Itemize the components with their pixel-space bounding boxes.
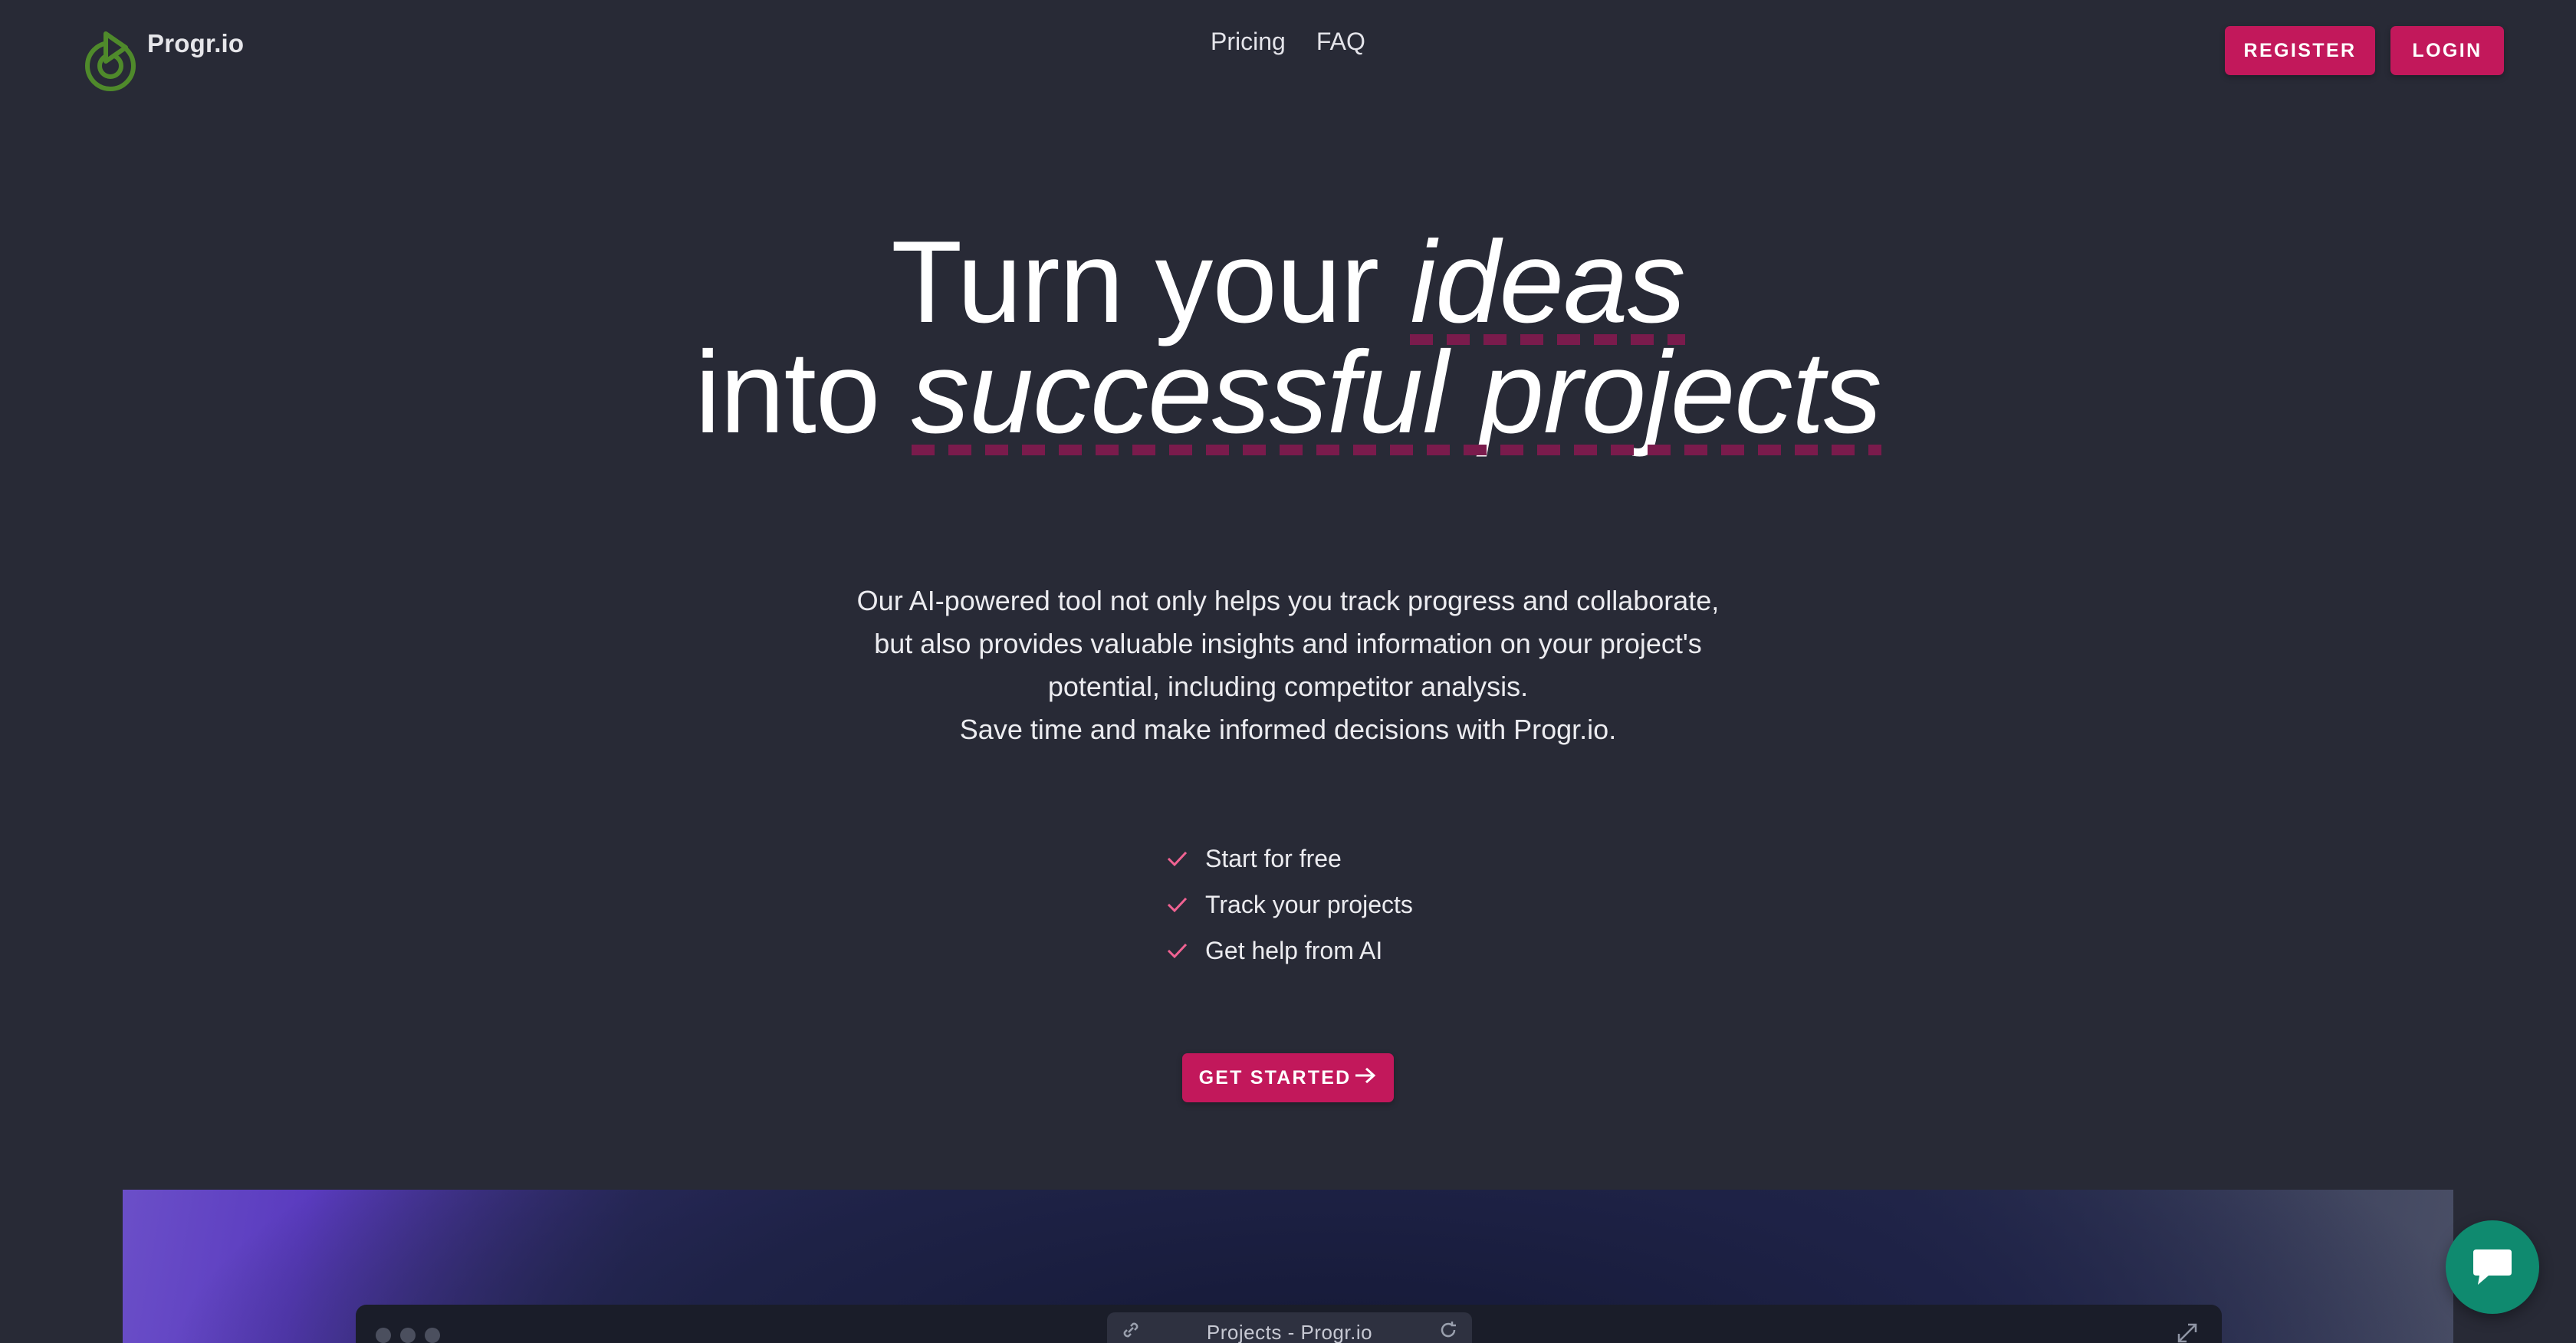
browser-url-bar: Projects - Progr.io bbox=[1107, 1312, 1472, 1343]
feature-item: Track your projects bbox=[1165, 882, 1413, 928]
feature-label: Get help from AI bbox=[1205, 936, 1383, 964]
feature-label: Track your projects bbox=[1205, 890, 1413, 918]
browser-tab-title: Projects - Progr.io bbox=[1206, 1320, 1373, 1343]
hero-highlight-projects: successful projects bbox=[911, 327, 1882, 458]
logo-link[interactable]: Progr.io bbox=[83, 29, 245, 94]
feature-item: Get help from AI bbox=[1165, 928, 1413, 974]
check-icon bbox=[1165, 939, 1188, 962]
arrow-right-icon bbox=[1354, 1065, 1377, 1091]
expand-icon bbox=[2176, 1322, 2199, 1343]
brand-name: Progr.io bbox=[147, 29, 245, 57]
feature-label: Start for free bbox=[1205, 844, 1342, 872]
main-nav: Pricing FAQ bbox=[1211, 28, 1365, 56]
chat-bubble-icon bbox=[2473, 1249, 2512, 1285]
window-controls bbox=[376, 1328, 440, 1343]
hero-highlight-ideas: ideas bbox=[1410, 217, 1686, 347]
feature-list: Start for free Track your projects Get h… bbox=[1165, 836, 1413, 974]
check-icon bbox=[1165, 847, 1188, 870]
auth-buttons: REGISTER LOGIN bbox=[2225, 26, 2504, 75]
hero-section: Turn your ideas into successful projects bbox=[0, 217, 2576, 458]
refresh-icon bbox=[1438, 1320, 1458, 1343]
description-line: but also provides valuable insights and … bbox=[874, 628, 1702, 659]
get-started-button[interactable]: GET STARTED bbox=[1182, 1053, 1394, 1102]
hero-title: Turn your ideas into successful projects bbox=[0, 217, 2576, 458]
description-line: Our AI-powered tool not only helps you t… bbox=[856, 585, 1720, 616]
description-line: Save time and make informed decisions wi… bbox=[959, 714, 1617, 745]
check-icon bbox=[1165, 893, 1188, 916]
description-line: potential, including competitor analysis… bbox=[1047, 671, 1529, 702]
logo-icon bbox=[85, 31, 136, 91]
window-dot bbox=[376, 1328, 391, 1343]
nav-link-pricing[interactable]: Pricing bbox=[1211, 28, 1286, 56]
hero-line2-prefix: into bbox=[695, 327, 912, 458]
feature-item: Start for free bbox=[1165, 836, 1413, 882]
chat-widget-button[interactable] bbox=[2446, 1220, 2539, 1314]
browser-mockup: Projects - Progr.io bbox=[356, 1305, 2222, 1343]
app-preview: Projects - Progr.io bbox=[123, 1190, 2453, 1343]
login-button[interactable]: LOGIN bbox=[2390, 26, 2504, 75]
link-icon bbox=[1121, 1320, 1141, 1343]
register-button[interactable]: REGISTER bbox=[2225, 26, 2375, 75]
window-dot bbox=[400, 1328, 416, 1343]
window-dot bbox=[425, 1328, 440, 1343]
site-header: Progr.io Pricing FAQ REGISTER LOGIN bbox=[0, 0, 2576, 100]
hero-description: Our AI-powered tool not only helps you t… bbox=[0, 580, 2576, 751]
get-started-label: GET STARTED bbox=[1198, 1066, 1352, 1089]
nav-link-faq[interactable]: FAQ bbox=[1316, 28, 1365, 56]
